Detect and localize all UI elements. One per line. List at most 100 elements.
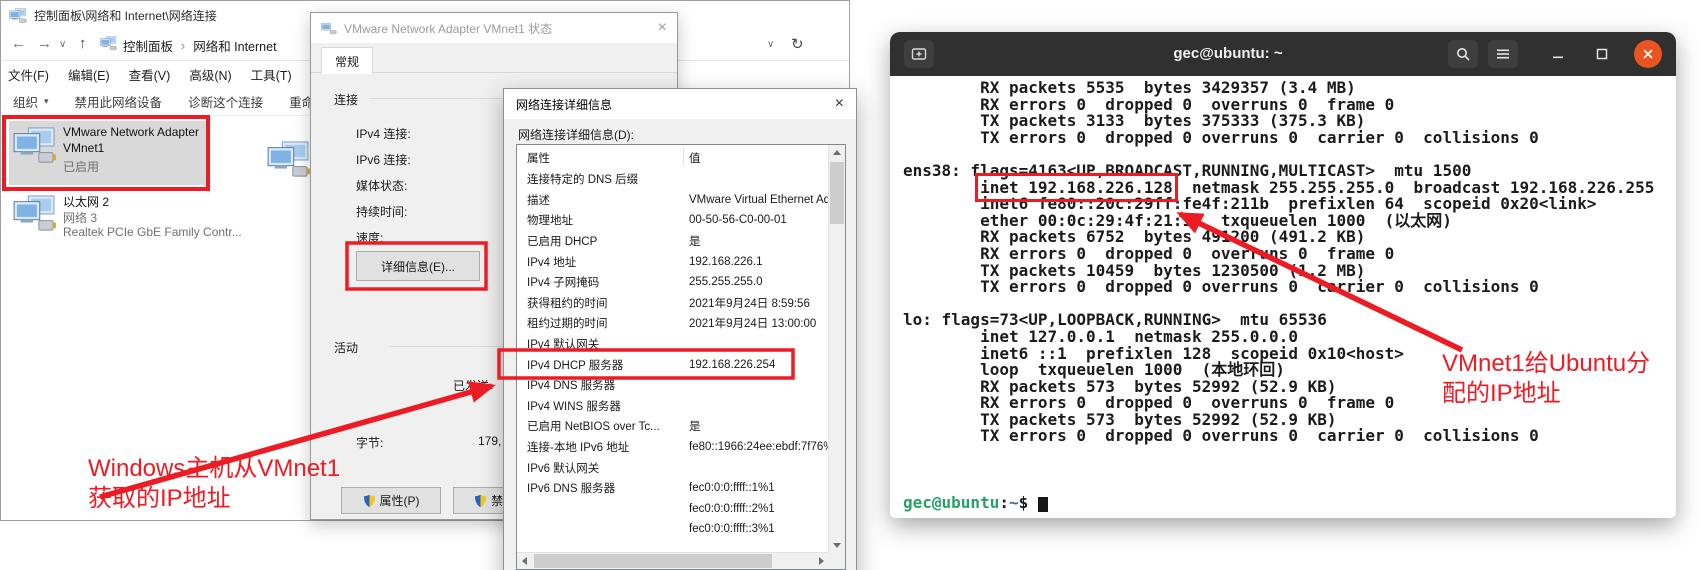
menu-item[interactable]: 文件(F): [8, 65, 49, 84]
close-icon[interactable]: ×: [835, 95, 844, 113]
breadcrumb-item-network-internet[interactable]: 网络和 Internet: [193, 36, 276, 55]
details-property: IPv6 DNS 服务器: [517, 480, 689, 496]
terminal-text: TX errors 0 dropped 0 overruns 0 carrier…: [903, 277, 1539, 296]
group-label-activity: 活动: [334, 339, 358, 356]
menu-button[interactable]: [1488, 40, 1518, 68]
menu-item[interactable]: 查看(V): [129, 65, 171, 84]
tab-general[interactable]: 常规: [321, 47, 373, 74]
details-property: IPv6 默认网关: [517, 460, 689, 476]
scroll-up-icon[interactable]: [833, 150, 841, 155]
back-icon[interactable]: ←: [11, 35, 26, 52]
details-row[interactable]: 连接-本地 IPv6 地址fe80::1966:24ee:ebdf:7f76%6: [517, 437, 828, 458]
details-row[interactable]: IPv4 DHCP 服务器192.168.226.254: [517, 354, 828, 375]
table-header: 属性 值: [517, 145, 845, 169]
details-row[interactable]: IPv4 DNS 服务器: [517, 375, 828, 396]
adapter-device: Realtek PCIe GbE Family Contr...: [63, 225, 242, 239]
details-property: 已启用 NetBIOS over Tc...: [517, 418, 689, 434]
organize-button[interactable]: 组织: [13, 92, 38, 111]
breadcrumb: 控制面板 › 网络和 Internet: [123, 36, 277, 55]
details-row[interactable]: 已启用 NetBIOS over Tc...是: [517, 416, 828, 437]
scrollbar-corner: [829, 553, 845, 569]
recent-pages-chevron-icon[interactable]: ∨: [59, 39, 66, 50]
details-row[interactable]: 物理地址00-50-56-C0-00-01: [517, 210, 828, 231]
search-button[interactable]: [1448, 40, 1478, 68]
terminal-line: [903, 445, 1676, 462]
close-icon[interactable]: ×: [658, 19, 667, 37]
adapter-name-2[interactable]: VMnet1: [63, 141, 104, 155]
scroll-down-icon[interactable]: [833, 543, 841, 548]
scroll-right-icon[interactable]: [819, 557, 824, 565]
organize-caret-icon: ▾: [44, 96, 49, 107]
refresh-icon[interactable]: ↻: [791, 35, 804, 53]
adapter-icon-partial[interactable]: [267, 141, 311, 184]
column-header-property: 属性: [527, 150, 550, 166]
window-title: 控制面板\网络和 Internet\网络连接: [34, 7, 217, 24]
breadcrumb-separator: ›: [181, 39, 185, 53]
details-row[interactable]: IPv6 默认网关: [517, 457, 828, 478]
details-button[interactable]: 详细信息(E)...: [356, 251, 480, 281]
address-dropdown-icon[interactable]: ∨: [767, 39, 774, 50]
new-tab-button[interactable]: [904, 40, 934, 68]
details-rows: 连接特定的 DNS 后缀描述VMware Virtual Ethernet Ad…: [517, 169, 828, 540]
status-row-label: 持续时间:: [356, 203, 411, 229]
scroll-left-icon[interactable]: [522, 557, 527, 565]
vertical-scrollbar[interactable]: [828, 145, 845, 553]
adapter-name[interactable]: VMware Network Adapter: [63, 125, 199, 139]
terminal-text: TX errors 0 dropped 0 overruns 0 carrier…: [903, 426, 1539, 445]
details-row[interactable]: IPv4 子网掩码255.255.255.0: [517, 272, 828, 293]
breadcrumb-item-control-panel[interactable]: 控制面板: [123, 36, 173, 55]
horizontal-scrollbar[interactable]: [517, 552, 829, 569]
details-property: 租约过期的时间: [517, 315, 689, 331]
details-property: 获得租约的时间: [517, 295, 689, 311]
adapter-icon-ethernet2[interactable]: [13, 195, 57, 238]
status-row-label: IPv4 连接:: [356, 125, 411, 151]
details-row[interactable]: 连接特定的 DNS 后缀: [517, 169, 828, 190]
maximize-button[interactable]: [1594, 46, 1610, 62]
details-row[interactable]: fec0:0:0:ffff::3%1: [517, 519, 828, 540]
details-value: 00-50-56-C0-00-01: [689, 214, 828, 226]
details-value: 255.255.255.0: [689, 276, 828, 288]
menu-item[interactable]: 工具(T): [251, 65, 292, 84]
details-value: 2021年9月24日 13:00:00: [689, 315, 828, 331]
details-row[interactable]: IPv4 地址192.168.226.1: [517, 251, 828, 272]
details-row[interactable]: IPv4 WINS 服务器: [517, 396, 828, 417]
hamburger-icon: [1496, 48, 1510, 60]
adapter-name[interactable]: 以太网 2: [63, 193, 109, 210]
terminal-line: TX errors 0 dropped 0 overruns 0 carrier…: [903, 130, 1676, 147]
minimize-button[interactable]: [1550, 46, 1566, 62]
scrollbar-thumb[interactable]: [534, 554, 772, 568]
up-icon[interactable]: ↑: [79, 35, 87, 52]
details-row[interactable]: 租约过期的时间2021年9月24日 13:00:00: [517, 313, 828, 334]
status-row-label: IPv6 连接:: [356, 151, 411, 177]
details-row[interactable]: IPv6 DNS 服务器fec0:0:0:ffff::1%1: [517, 478, 828, 499]
details-row[interactable]: 描述VMware Virtual Ethernet Adapter for: [517, 190, 828, 211]
menu-item[interactable]: 高级(N): [189, 65, 231, 84]
terminal-text: ~: [1009, 493, 1019, 512]
details-row[interactable]: IPv4 默认网关: [517, 334, 828, 355]
tab-strip: 常规: [311, 43, 677, 73]
details-value: 2021年9月24日 8:59:56: [689, 295, 828, 311]
close-button[interactable]: [1634, 40, 1662, 68]
details-value: 是: [689, 418, 828, 434]
scrollbar-thumb[interactable]: [830, 162, 844, 224]
terminal-output[interactable]: RX packets 5535 bytes 3429357 (3.4 MB) R…: [890, 76, 1676, 518]
details-property: IPv4 地址: [517, 254, 689, 270]
terminal-cursor: [1038, 497, 1048, 512]
dialog-title: VMware Network Adapter VMnet1 状态: [344, 20, 552, 37]
toolbar-item[interactable]: 禁用此网络设备: [75, 92, 163, 111]
details-row[interactable]: fec0:0:0:ffff::2%1: [517, 499, 828, 520]
adapter-plug-icon: [321, 21, 337, 35]
details-row[interactable]: 已启用 DHCP是: [517, 231, 828, 252]
details-row[interactable]: 获得租约的时间2021年9月24日 8:59:56: [517, 293, 828, 314]
uac-shield-icon: [474, 494, 487, 508]
details-property: 物理地址: [517, 212, 689, 228]
properties-button[interactable]: 属性(P): [341, 487, 441, 514]
network-adapter-icon: [9, 8, 27, 24]
forward-icon[interactable]: →: [37, 35, 52, 52]
status-row-label: 媒体状态:: [356, 177, 411, 203]
adapter-icon-vmnet1[interactable]: [13, 127, 57, 170]
menu-item[interactable]: 编辑(E): [68, 65, 110, 84]
breadcrumb-location-icon: [100, 36, 117, 54]
toolbar-item[interactable]: 诊断这个连接: [188, 92, 263, 111]
details-value: 192.168.226.1: [689, 256, 828, 268]
